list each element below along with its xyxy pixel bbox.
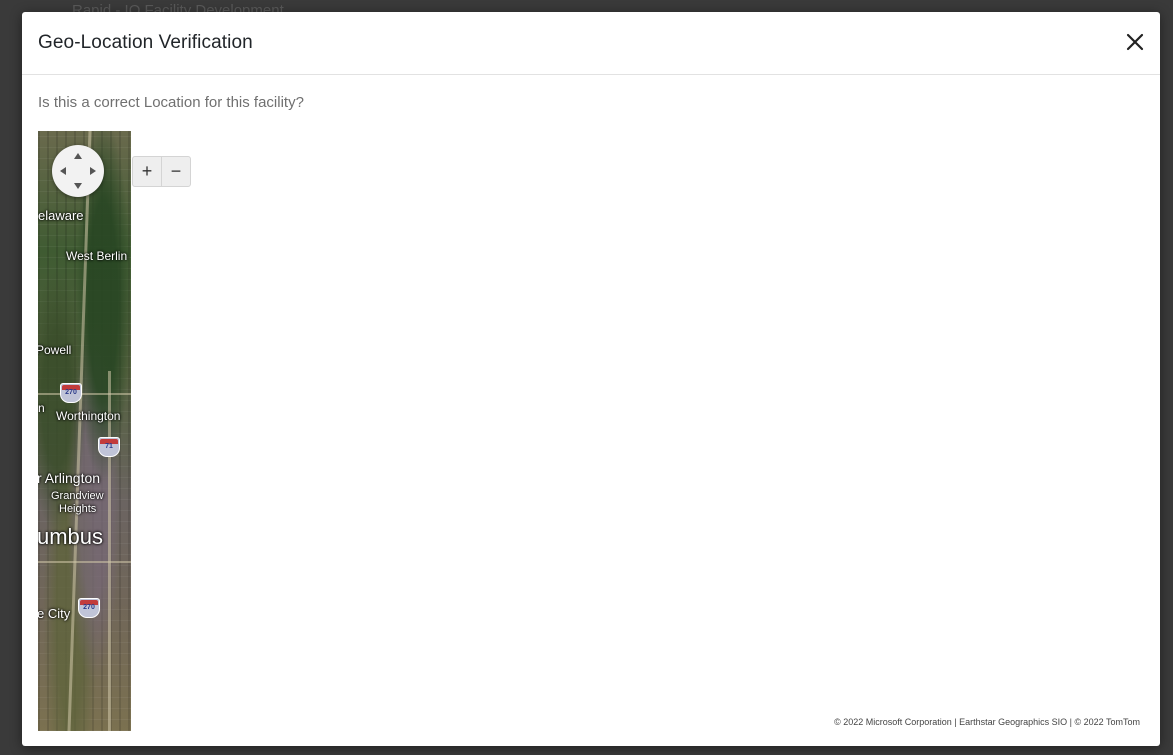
close-icon (1126, 33, 1144, 51)
map-road (38, 393, 131, 395)
map-label-arlington: r Arlington (38, 470, 101, 486)
map-label-worthington: Worthington (56, 409, 121, 423)
interstate-270-south-shield-icon: 270 (78, 598, 100, 618)
map-label-columbus: umbus (38, 524, 104, 549)
map-label-grandview: Grandview (51, 490, 104, 502)
interstate-270-shield-icon: 270 (60, 383, 82, 403)
pan-left-icon[interactable] (60, 167, 66, 175)
geo-location-modal: Geo-Location Verification Is this a corr… (22, 12, 1160, 746)
map-label-delaware: elaware (38, 208, 84, 223)
map-road (38, 561, 131, 563)
location-question: Is this a correct Location for this faci… (38, 94, 304, 111)
map-label-city: e City (38, 606, 71, 621)
modal-header: Geo-Location Verification (22, 12, 1160, 75)
map-copyright: © 2022 Microsoft Corporation | Earthstar… (834, 717, 1140, 727)
interstate-71-shield-icon: 71 (98, 437, 120, 457)
close-button[interactable] (1123, 30, 1147, 54)
satellite-map[interactable]: elaware West Berlin Powell n Worthington… (38, 131, 131, 731)
zoom-out-button[interactable]: − (161, 157, 190, 186)
map-label-n: n (38, 401, 45, 415)
map-label-heights: Heights (59, 503, 97, 515)
map-road (108, 371, 111, 731)
pan-control[interactable] (52, 145, 104, 197)
map-label-west-berlin: West Berlin (66, 249, 128, 263)
zoom-in-button[interactable]: + (133, 157, 161, 186)
pan-up-icon[interactable] (74, 153, 82, 159)
modal-title: Geo-Location Verification (38, 32, 253, 53)
map-label-powell: Powell (38, 343, 72, 357)
pan-right-icon[interactable] (90, 167, 96, 175)
pan-down-icon[interactable] (74, 183, 82, 189)
zoom-controls: + − (132, 156, 191, 187)
